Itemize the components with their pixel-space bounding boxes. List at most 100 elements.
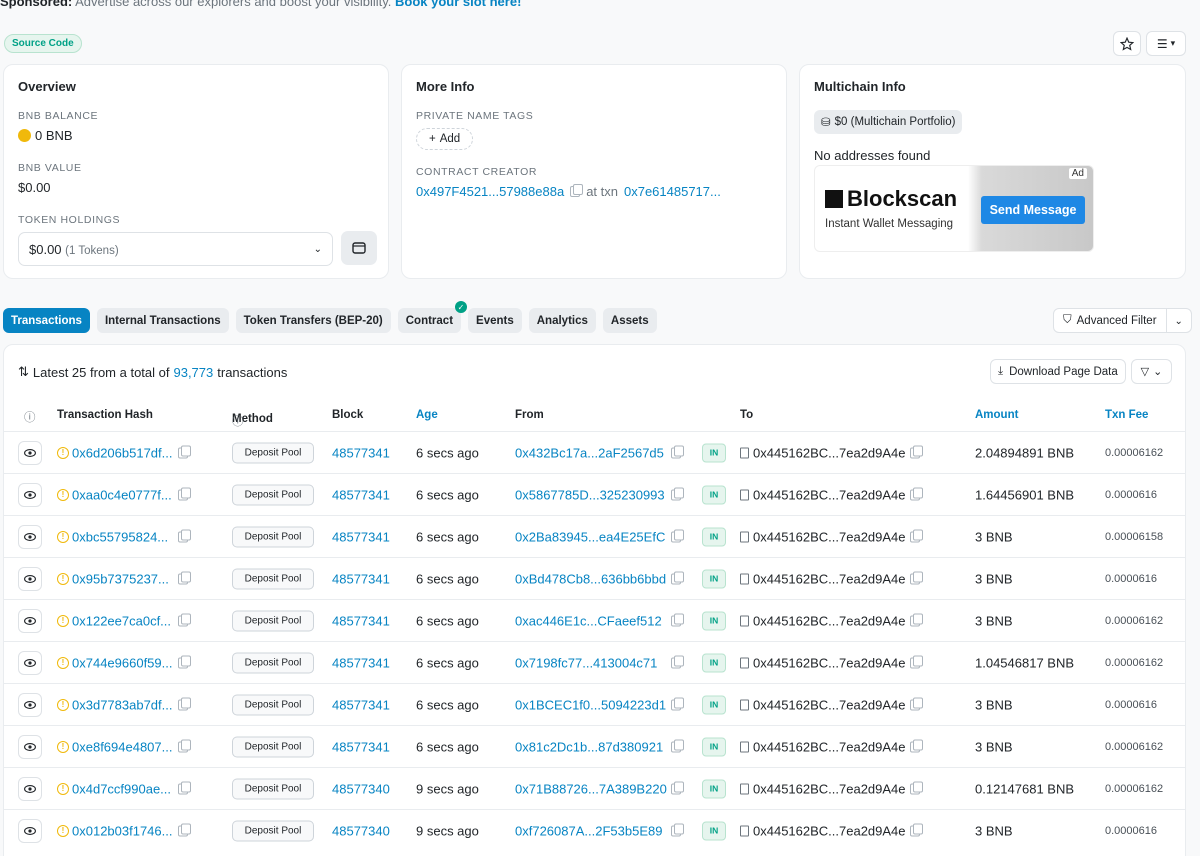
txn-hash-link[interactable]: 0xaa0c4e0777f... [72,487,172,502]
copy-icon[interactable] [671,655,684,668]
creator-txn-link[interactable]: 0x7e61485717... [624,184,721,199]
from-address-link[interactable]: 0x7198fc77...413004c71 [515,655,657,670]
copy-icon[interactable] [910,445,923,458]
eye-icon[interactable] [18,650,42,675]
copy-icon[interactable] [671,697,684,710]
copy-icon[interactable] [671,823,684,836]
block-link[interactable]: 48577340 [332,823,390,838]
eye-icon[interactable] [18,818,42,843]
from-address-link[interactable]: 0x5867785D...325230993 [515,487,665,502]
tab-internal-transactions[interactable]: Internal Transactions [96,308,229,333]
table-filter-button[interactable]: ▽ ⌄ [1131,359,1172,384]
header-fee[interactable]: Txn Fee [1105,409,1148,421]
to-address[interactable]: 0x445162BC...7ea2d9A4e [753,655,906,670]
block-link[interactable]: 48577341 [332,487,390,502]
from-address-link[interactable]: 0x71B88726...7A389B220 [515,781,667,796]
from-address-link[interactable]: 0xac446E1c...CFaeef512 [515,613,662,628]
tab-transactions[interactable]: Transactions [3,308,90,333]
copy-icon[interactable] [178,697,191,710]
from-address-link[interactable]: 0x432Bc17a...2aF2567d5 [515,445,664,460]
block-link[interactable]: 48577341 [332,613,390,628]
favorite-button[interactable] [1113,31,1141,56]
eye-icon[interactable] [18,566,42,591]
sort-icon[interactable]: ⇅ [18,364,29,380]
eye-icon[interactable] [18,734,42,759]
eye-icon[interactable] [18,608,42,633]
copy-icon[interactable] [178,571,191,584]
copy-icon[interactable] [178,613,191,626]
header-age[interactable]: Age [416,409,438,421]
from-address-link[interactable]: 0x81c2Dc1b...87d380921 [515,739,663,754]
to-address[interactable]: 0x445162BC...7ea2d9A4e [753,571,906,586]
copy-icon[interactable] [671,781,684,794]
to-address[interactable]: 0x445162BC...7ea2d9A4e [753,445,906,460]
to-address[interactable]: 0x445162BC...7ea2d9A4e [753,613,906,628]
copy-icon[interactable] [910,655,923,668]
from-address-link[interactable]: 0xf726087A...2F53b5E89 [515,823,662,838]
txn-hash-link[interactable]: 0x95b7375237... [72,571,169,586]
to-address[interactable]: 0x445162BC...7ea2d9A4e [753,487,906,502]
copy-icon[interactable] [178,487,191,500]
download-page-data-button[interactable]: ⤓ Download Page Data [990,359,1126,384]
add-tag-button[interactable]: + Add [416,128,474,150]
eye-icon[interactable] [18,482,42,507]
block-link[interactable]: 48577341 [332,655,390,670]
multichain-portfolio-button[interactable]: ⛁ $0 (Multichain Portfolio) [814,110,963,134]
block-link[interactable]: 48577340 [332,781,390,796]
copy-icon[interactable] [671,487,684,500]
source-code-badge[interactable]: Source Code [4,34,82,53]
copy-icon[interactable] [178,781,191,794]
copy-icon[interactable] [178,445,191,458]
tab-contract[interactable]: Contract ✓ [397,301,468,333]
copy-icon[interactable] [910,487,923,500]
txn-hash-link[interactable]: 0xbc55795824... [72,529,168,544]
block-link[interactable]: 48577341 [332,571,390,586]
copy-icon[interactable] [671,445,684,458]
copy-icon[interactable] [910,697,923,710]
copy-icon[interactable] [910,529,923,542]
header-amount[interactable]: Amount [975,409,1018,421]
advanced-filter-button[interactable]: ⛉ Advanced Filter [1054,309,1167,332]
txn-hash-link[interactable]: 0x012b03f1746... [72,823,172,838]
token-holdings-select[interactable]: $0.00 (1 Tokens) ⌄ [18,232,333,266]
advanced-filter-dropdown[interactable]: ⌄ [1167,315,1191,327]
copy-icon[interactable] [570,184,584,197]
eye-icon[interactable] [18,524,42,549]
copy-icon[interactable] [671,613,684,626]
block-link[interactable]: 48577341 [332,445,390,460]
txn-hash-link[interactable]: 0x744e9660f59... [72,655,172,670]
to-address[interactable]: 0x445162BC...7ea2d9A4e [753,823,906,838]
txn-hash-link[interactable]: 0x122ee7ca0cf... [72,613,171,628]
copy-icon[interactable] [910,823,923,836]
eye-icon[interactable] [18,440,42,465]
creator-address-link[interactable]: 0x497F4521...57988e88a [416,184,564,199]
total-count-link[interactable]: 93,773 [173,365,213,380]
block-link[interactable]: 48577341 [332,697,390,712]
txn-hash-link[interactable]: 0xe8f694e4807... [72,739,172,754]
eye-icon[interactable] [18,776,42,801]
tab-assets[interactable]: Assets [602,308,657,333]
blockscan-ad[interactable]: Blockscan Instant Wallet Messaging Send … [814,165,1094,252]
send-message-button[interactable]: Send Message [981,196,1085,224]
copy-icon[interactable] [178,529,191,542]
options-dropdown-button[interactable]: ☰ ▾ [1146,31,1186,56]
copy-icon[interactable] [178,823,191,836]
copy-icon[interactable] [671,739,684,752]
copy-icon[interactable] [178,739,191,752]
tab-token-transfers[interactable]: Token Transfers (BEP-20) [235,308,391,333]
copy-icon[interactable] [178,655,191,668]
copy-icon[interactable] [671,529,684,542]
sponsor-link[interactable]: Book your slot here! [395,0,521,9]
block-link[interactable]: 48577341 [332,739,390,754]
copy-icon[interactable] [910,781,923,794]
to-address[interactable]: 0x445162BC...7ea2d9A4e [753,781,906,796]
copy-icon[interactable] [910,739,923,752]
from-address-link[interactable]: 0x1BCEC1f0...5094223d1 [515,697,666,712]
txn-hash-link[interactable]: 0x4d7ccf990ae... [72,781,171,796]
eye-icon[interactable] [18,692,42,717]
to-address[interactable]: 0x445162BC...7ea2d9A4e [753,529,906,544]
txn-hash-link[interactable]: 0x3d7783ab7df... [72,697,172,712]
block-link[interactable]: 48577341 [332,529,390,544]
info-icon[interactable]: ⓘ [24,409,36,425]
to-address[interactable]: 0x445162BC...7ea2d9A4e [753,697,906,712]
